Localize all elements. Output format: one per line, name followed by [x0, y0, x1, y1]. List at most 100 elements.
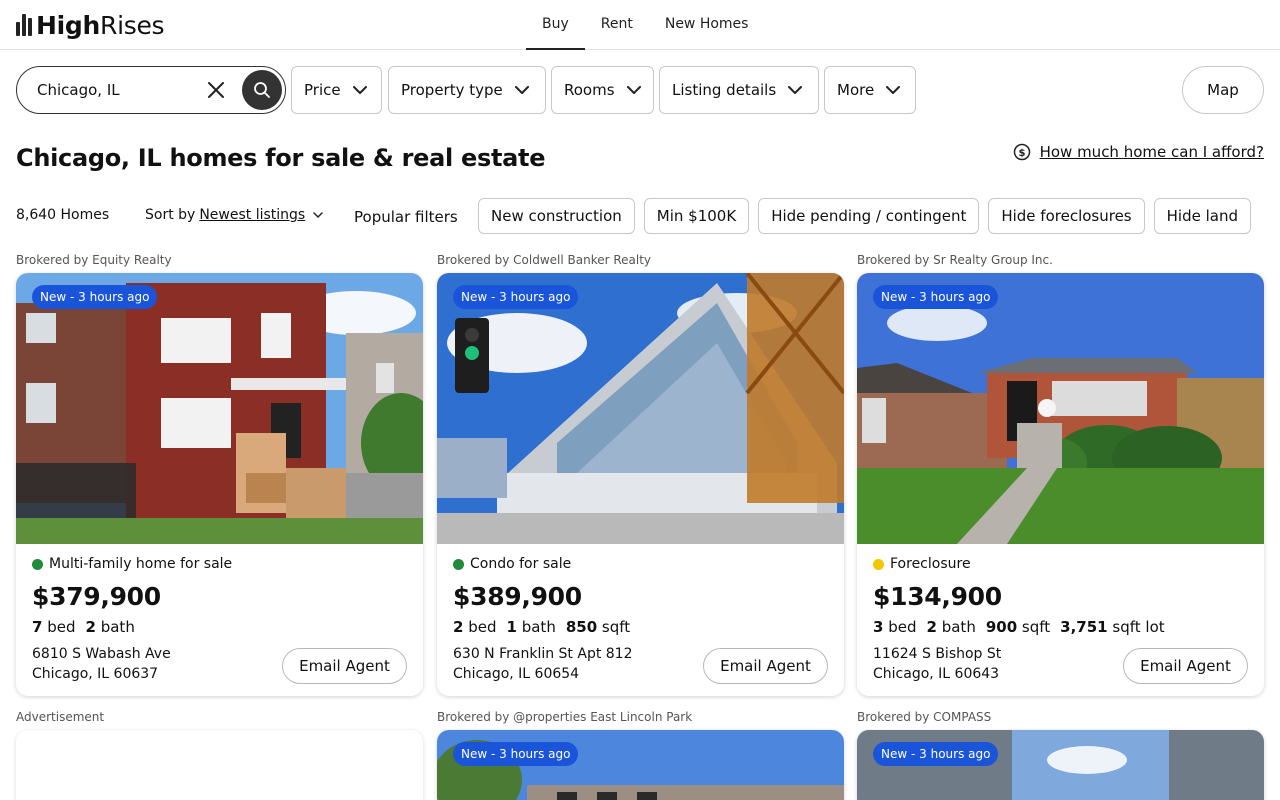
- search-filter-bar: Chicago, IL Price Property type Rooms Li…: [16, 66, 1264, 114]
- address-city: Chicago, IL 60654: [453, 666, 580, 682]
- chip-hide-land[interactable]: Hide land: [1153, 198, 1251, 234]
- new-listing-badge: New - 3 hours ago: [453, 285, 579, 309]
- beds-spec: 2 bed: [453, 618, 497, 636]
- listing-specs: 7 bed 2 bath: [32, 618, 135, 636]
- broker-label: Brokered by @properties East Lincoln Par…: [437, 710, 693, 724]
- new-listing-badge: New - 3 hours ago: [873, 742, 999, 766]
- listing-photo[interactable]: New - 3 hours ago: [857, 273, 1264, 544]
- popular-filter-chips: New construction Min $100K Hide pending …: [478, 198, 1260, 234]
- tab-rent[interactable]: Rent: [585, 0, 649, 50]
- property-type-filter-button[interactable]: Property type: [388, 66, 546, 114]
- dollar-circle-icon: $: [1013, 143, 1030, 161]
- chevron-down-icon: [788, 85, 803, 95]
- popular-filters-label: Popular filters: [354, 208, 458, 226]
- search-button[interactable]: [242, 70, 282, 110]
- sort-label: Sort by: [145, 207, 196, 223]
- page-title: Chicago, IL homes for sale & real estate: [16, 144, 546, 172]
- property-type-filter-label: Property type: [401, 81, 503, 99]
- listing-specs: 2 bed 1 bath 850 sqft: [453, 618, 630, 636]
- sqft-spec: 900 sqft: [985, 618, 1051, 636]
- listing-price: $389,900: [453, 582, 582, 611]
- listing-details-filter-label: Listing details: [672, 81, 777, 99]
- sqft-spec: 850 sqft: [565, 618, 631, 636]
- logo[interactable]: HighRises: [16, 9, 165, 41]
- affordability-link-text[interactable]: How much home can I afford?: [1040, 143, 1264, 161]
- listing-address: 6810 S Wabash Ave Chicago, IL 60637: [32, 644, 171, 684]
- chevron-down-icon: [886, 85, 901, 95]
- chevron-down-icon: [626, 85, 641, 95]
- new-listing-badge: New - 3 hours ago: [32, 285, 158, 309]
- top-header: HighRises Buy Rent New Homes: [0, 0, 1280, 50]
- broker-label: Brokered by Sr Realty Group Inc.: [857, 253, 1053, 267]
- status-dot: [32, 558, 43, 570]
- listing-photo[interactable]: New - 3 hours ago: [857, 730, 1264, 800]
- email-agent-button[interactable]: Email Agent: [282, 648, 407, 684]
- more-filter-label: More: [837, 81, 875, 99]
- listing-photo[interactable]: New - 3 hours ago: [437, 273, 844, 544]
- close-icon[interactable]: [205, 79, 227, 101]
- listing-price: $134,900: [873, 582, 1002, 611]
- main-nav: Buy Rent New Homes: [526, 0, 764, 50]
- chevron-down-icon: [352, 85, 367, 95]
- email-agent-button[interactable]: Email Agent: [703, 648, 828, 684]
- listing-card[interactable]: New - 3 hours ago Multi-family home for …: [16, 273, 423, 696]
- listing-type-label: Condo for sale: [470, 556, 572, 572]
- listing-type: Foreclosure: [873, 556, 971, 572]
- more-filter-button[interactable]: More: [824, 66, 916, 114]
- baths-spec: 2 bath: [85, 618, 135, 636]
- broker-label: Brokered by COMPASS: [857, 710, 992, 724]
- listing-card[interactable]: New - 3 hours ago Condo for sale $389,90…: [437, 273, 844, 696]
- listing-photo[interactable]: New - 3 hours ago: [437, 730, 844, 800]
- address-city: Chicago, IL 60643: [873, 666, 1000, 682]
- affordability-link[interactable]: $ How much home can I afford?: [1013, 143, 1264, 161]
- location-search-field[interactable]: Chicago, IL: [16, 66, 286, 114]
- listing-price: $379,900: [32, 582, 161, 611]
- address-street: 6810 S Wabash Ave: [32, 646, 171, 662]
- chip-hide-foreclosures[interactable]: Hide foreclosures: [988, 198, 1145, 234]
- listing-card[interactable]: New - 3 hours ago: [857, 730, 1264, 800]
- tab-buy[interactable]: Buy: [526, 0, 585, 50]
- listing-specs: 3 bed 2 bath 900 sqft 3,751 sqft lot: [873, 618, 1165, 636]
- chevron-down-icon: [313, 211, 323, 218]
- listing-details-filter-button[interactable]: Listing details: [659, 66, 819, 114]
- chip-new-construction[interactable]: New construction: [478, 198, 635, 234]
- svg-text:$: $: [1018, 148, 1025, 159]
- listing-type: Multi-family home for sale: [32, 556, 232, 572]
- listing-card[interactable]: New - 3 hours ago Foreclosure $134,900 3…: [857, 273, 1264, 696]
- listing-type-label: Foreclosure: [890, 556, 971, 572]
- baths-spec: 2 bath: [926, 618, 976, 636]
- status-dot: [873, 558, 884, 570]
- broker-label: Brokered by Equity Realty: [16, 253, 172, 267]
- listing-address: 11624 S Bishop St Chicago, IL 60643: [873, 644, 1001, 684]
- email-agent-button[interactable]: Email Agent: [1123, 648, 1248, 684]
- baths-spec: 1 bath: [506, 618, 556, 636]
- search-input[interactable]: Chicago, IL: [37, 67, 120, 113]
- chip-min-price[interactable]: Min $100K: [643, 198, 750, 234]
- new-listing-badge: New - 3 hours ago: [453, 742, 579, 766]
- tab-new-homes[interactable]: New Homes: [649, 0, 765, 50]
- results-count: 8,640 Homes: [16, 207, 110, 223]
- new-listing-badge: New - 3 hours ago: [873, 285, 999, 309]
- lot-spec: 3,751 sqft lot: [1060, 618, 1165, 636]
- address-street: 11624 S Bishop St: [873, 646, 1002, 662]
- advertisement-label: Advertisement: [16, 710, 105, 724]
- beds-spec: 7 bed: [32, 618, 76, 636]
- price-filter-label: Price: [304, 81, 341, 99]
- listing-type: Condo for sale: [453, 556, 571, 572]
- listing-photo[interactable]: New - 3 hours ago: [16, 273, 423, 544]
- listing-card[interactable]: New - 3 hours ago: [437, 730, 844, 800]
- logo-text: HighRises: [36, 10, 165, 40]
- map-button[interactable]: Map: [1182, 66, 1264, 114]
- rooms-filter-button[interactable]: Rooms: [551, 66, 654, 114]
- logo-mark-icon: [16, 14, 32, 36]
- chip-hide-pending[interactable]: Hide pending / contingent: [758, 198, 980, 234]
- sort-dropdown[interactable]: Sort by Newest listings: [145, 207, 323, 223]
- advertisement-slot[interactable]: [16, 730, 423, 800]
- sort-value[interactable]: Newest listings: [199, 207, 305, 223]
- broker-label: Brokered by Coldwell Banker Realty: [437, 253, 652, 267]
- listing-type-label: Multi-family home for sale: [49, 556, 233, 572]
- address-street: 630 N Franklin St Apt 812: [453, 646, 633, 662]
- search-icon: [254, 82, 270, 98]
- address-city: Chicago, IL 60637: [32, 666, 159, 682]
- price-filter-button[interactable]: Price: [291, 66, 382, 114]
